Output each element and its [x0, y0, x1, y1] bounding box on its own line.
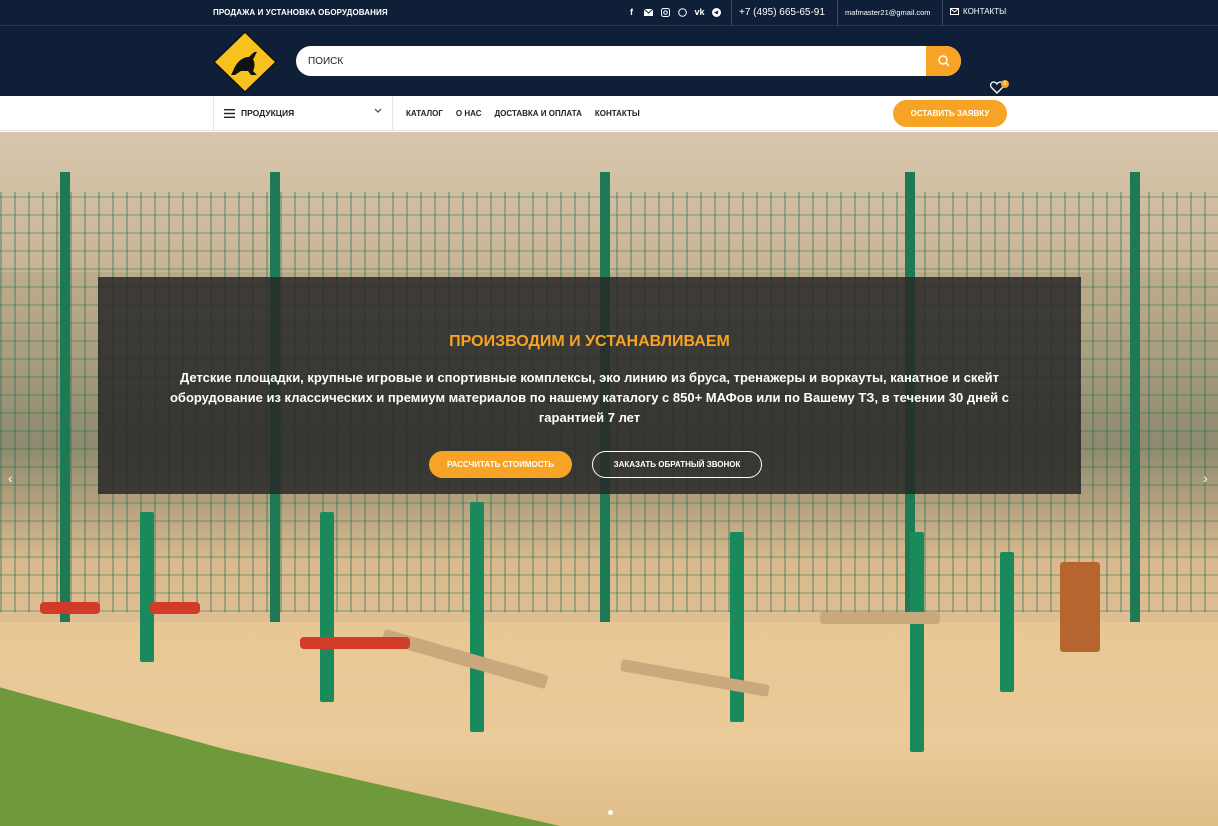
nav-item-contacts[interactable]: КОНТАКТЫ: [595, 109, 640, 118]
hero-title: ПРОИЗВОДИМ И УСТАНАВЛИВАЕМ: [449, 333, 730, 350]
instagram-icon[interactable]: [660, 6, 671, 18]
chevron-down-icon: [374, 108, 382, 113]
search-input[interactable]: [296, 46, 926, 76]
header: 0: [0, 26, 1218, 96]
nav-menu: КАТАЛОГ О НАС ДОСТАВКА И ОПЛАТА КОНТАКТЫ: [406, 109, 640, 118]
equipment-post: [470, 502, 484, 732]
equipment-bar: [820, 612, 940, 624]
hero-slider: ПРОИЗВОДИМ И УСТАНАВЛИВАЕМ Детские площа…: [0, 132, 1218, 826]
products-dropdown[interactable]: ПРОДУКЦИЯ: [213, 96, 393, 130]
social-links: f vk: [626, 6, 722, 18]
whatsapp-icon[interactable]: [677, 6, 688, 18]
hero-description: Детские площадки, крупные игровые и спор…: [169, 370, 1010, 425]
equipment-seat: [150, 602, 200, 614]
equipment-post: [910, 532, 924, 752]
divider: [731, 0, 732, 26]
nav-item-about[interactable]: О НАС: [456, 109, 482, 118]
email-link[interactable]: mafmaster21@gmail.com: [845, 8, 931, 17]
nav-item-catalog[interactable]: КАТАЛОГ: [406, 109, 443, 118]
hamburger-icon: [224, 108, 235, 118]
equipment-post: [730, 532, 744, 722]
facebook-icon[interactable]: f: [626, 6, 637, 18]
slide-indicator[interactable]: [608, 810, 613, 815]
tagline: ПРОДАЖА И УСТАНОВКА ОБОРУДОВАНИЯ: [213, 8, 388, 17]
nav-item-delivery[interactable]: ДОСТАВКА И ОПЛАТА: [494, 109, 581, 118]
calculate-cost-button[interactable]: РАССЧИТАТЬ СТОИМОСТЬ: [429, 451, 572, 478]
envelope-icon[interactable]: [643, 6, 654, 18]
equipment-post: [140, 512, 154, 662]
wishlist-count-badge: 0: [1001, 80, 1009, 88]
leave-request-button[interactable]: ОСТАВИТЬ ЗАЯВКУ: [893, 100, 1007, 127]
kangaroo-logo-icon[interactable]: [212, 30, 278, 94]
next-slide-arrow-icon[interactable]: ›: [1203, 470, 1208, 486]
top-contacts-link[interactable]: КОНТАКТЫ: [950, 7, 1006, 16]
search-icon: [937, 55, 949, 67]
hero-caption: ПРОИЗВОДИМ И УСТАНАВЛИВАЕМ Детские площа…: [98, 277, 1081, 494]
search-bar: [296, 46, 961, 76]
vk-icon[interactable]: vk: [694, 6, 705, 18]
main-nav: ПРОДУКЦИЯ КАТАЛОГ О НАС ДОСТАВКА И ОПЛАТ…: [0, 96, 1218, 131]
equipment-seat: [40, 602, 100, 614]
equipment-post: [320, 512, 334, 702]
search-button[interactable]: [926, 46, 961, 76]
fence-post: [1130, 172, 1140, 632]
envelope-outline-icon: [950, 8, 959, 15]
fence-post: [60, 172, 70, 632]
divider: [837, 0, 838, 26]
top-bar: ПРОДАЖА И УСТАНОВКА ОБОРУДОВАНИЯ f vk +7…: [0, 0, 1218, 26]
phone-link[interactable]: +7 (495) 665-65-91: [739, 7, 825, 18]
contacts-label: КОНТАКТЫ: [963, 7, 1007, 16]
equipment-seat: [300, 637, 410, 649]
divider: [942, 0, 943, 26]
equipment-post: [1000, 552, 1014, 692]
products-label: ПРОДУКЦИЯ: [241, 108, 295, 118]
prev-slide-arrow-icon[interactable]: ‹: [8, 470, 13, 486]
equipment-panel: [1060, 562, 1100, 652]
telegram-icon[interactable]: [711, 6, 722, 18]
request-callback-button[interactable]: ЗАКАЗАТЬ ОБРАТНЫЙ ЗВОНОК: [592, 451, 762, 478]
